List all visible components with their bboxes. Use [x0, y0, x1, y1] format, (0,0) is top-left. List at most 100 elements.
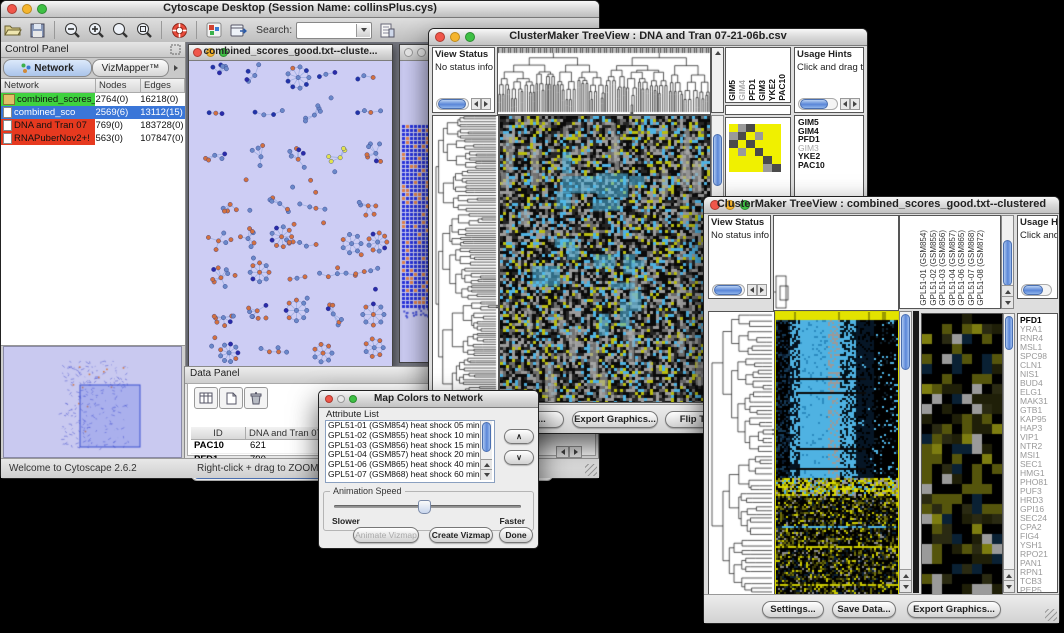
summary-cell[interactable]	[772, 164, 781, 172]
view-status-scrollbar[interactable]	[436, 98, 491, 110]
save-icon[interactable]	[26, 20, 48, 40]
graph-node[interactable]	[314, 206, 318, 210]
graph-node[interactable]	[222, 358, 226, 362]
graph-node[interactable]	[255, 309, 259, 313]
column-label[interactable]: GPL51-02 (GSM855)	[930, 230, 939, 306]
network-overview-panel[interactable]	[3, 346, 182, 458]
graph-node[interactable]	[289, 154, 293, 158]
graph-node[interactable]	[377, 142, 381, 146]
graph-node[interactable]	[327, 154, 331, 158]
summary-cell[interactable]	[772, 148, 781, 156]
summary-cell[interactable]	[763, 132, 772, 140]
graph-node[interactable]	[214, 111, 218, 115]
column-label[interactable]: PFD1	[748, 79, 757, 101]
summary-cell[interactable]	[772, 140, 781, 148]
graph-node[interactable]	[289, 235, 293, 239]
save-data-button[interactable]: Save Data...	[832, 601, 896, 618]
scroll-left-icon[interactable]	[471, 98, 481, 110]
summary-cell[interactable]	[763, 164, 772, 172]
graph-node[interactable]	[250, 148, 254, 152]
graph-node[interactable]	[366, 204, 370, 208]
graph-node[interactable]	[313, 355, 317, 359]
graph-node[interactable]	[304, 68, 308, 72]
graph-node[interactable]	[298, 65, 302, 69]
network-list-item[interactable]: DNA and Tran 07769(0)183728(0)	[1, 119, 185, 132]
scroll-down-icon[interactable]	[481, 469, 492, 480]
graph-node[interactable]	[271, 112, 275, 116]
graph-node[interactable]	[257, 261, 261, 265]
graph-node[interactable]	[367, 237, 371, 241]
graph-node[interactable]	[211, 65, 215, 69]
graph-node[interactable]	[365, 153, 369, 157]
graph-node[interactable]	[378, 159, 382, 163]
graph-node[interactable]	[364, 213, 368, 217]
tab-vizmapper[interactable]: VizMapper™	[92, 59, 169, 77]
summary-cell[interactable]	[738, 132, 747, 140]
graph-node[interactable]	[252, 241, 256, 245]
summary-cell[interactable]	[738, 164, 747, 172]
graph-node[interactable]	[222, 231, 226, 235]
summary-cell[interactable]	[729, 164, 738, 172]
graph-node[interactable]	[207, 110, 211, 114]
graph-node[interactable]	[278, 201, 282, 205]
zoom-out-icon[interactable]	[61, 20, 83, 40]
graph-node[interactable]	[244, 178, 248, 182]
graph-node[interactable]	[367, 243, 371, 247]
graph-node[interactable]	[335, 271, 339, 275]
column-label[interactable]: GPL51-07 (GSM868)	[968, 230, 977, 306]
graph-node[interactable]	[286, 79, 290, 83]
graph-node[interactable]	[302, 301, 306, 305]
graph-node[interactable]	[381, 345, 385, 349]
attribute-list-item[interactable]: GPL51-02 (GSM855) heat shock 10 min	[326, 431, 494, 441]
graph-node[interactable]	[218, 354, 222, 358]
graph-node[interactable]	[288, 277, 292, 281]
graph-node[interactable]	[294, 298, 298, 302]
graph-node[interactable]	[238, 235, 242, 239]
create-vizmap-button[interactable]: Create Vizmap	[429, 527, 493, 543]
attribute-list-item[interactable]: GPL51-01 (GSM854) heat shock 05 min	[326, 421, 494, 431]
graph-node[interactable]	[355, 249, 359, 253]
graph-node[interactable]	[274, 243, 278, 247]
network-graph-canvas[interactable]	[189, 61, 390, 366]
graph-node[interactable]	[333, 70, 337, 74]
graph-node[interactable]	[382, 246, 386, 250]
scroll-right-icon[interactable]	[850, 98, 860, 110]
treeview1-titlebar[interactable]: ClusterMaker TreeView : DNA and Tran 07-…	[429, 29, 867, 46]
attribute-list-item[interactable]: GPL51-06 (GSM865) heat shock 40 min	[326, 460, 494, 470]
graph-node[interactable]	[295, 276, 299, 280]
minimize-button[interactable]	[417, 48, 426, 57]
graph-node[interactable]	[279, 235, 283, 239]
column-label[interactable]: YKE2	[768, 79, 777, 101]
graph-node[interactable]	[287, 240, 291, 244]
graph-node[interactable]	[356, 77, 360, 81]
network-window-titlebar[interactable]: combined_scores_good.txt--cluste...	[189, 45, 392, 61]
summary-cell[interactable]	[738, 140, 747, 148]
graph-node[interactable]	[291, 66, 295, 70]
graph-node[interactable]	[294, 308, 298, 312]
treeview2-zoom-scrollbar[interactable]	[1003, 313, 1015, 593]
column-label[interactable]: GPL51-01 (GSM854)	[920, 230, 929, 306]
summary-cell[interactable]	[763, 140, 772, 148]
graph-node[interactable]	[259, 346, 263, 350]
graph-node[interactable]	[220, 64, 224, 68]
treeview2-column-labels[interactable]: GPL51-01 (GSM854)GPL51-02 (GSM855) GPL51-…	[899, 215, 1001, 309]
summary-cell[interactable]	[738, 124, 747, 132]
summary-cell[interactable]	[746, 124, 755, 132]
treeview2-heatmap[interactable]	[775, 311, 899, 595]
graph-node[interactable]	[287, 301, 291, 305]
graph-node[interactable]	[292, 222, 296, 226]
graph-node[interactable]	[274, 226, 278, 230]
graph-node[interactable]	[331, 312, 335, 316]
graph-node[interactable]	[375, 266, 379, 270]
graph-node[interactable]	[206, 158, 210, 162]
slider-thumb[interactable]	[418, 500, 431, 514]
summary-cell[interactable]	[772, 124, 781, 132]
graph-node[interactable]	[253, 110, 257, 114]
column-label[interactable]: GIM5	[728, 80, 737, 101]
summary-cell[interactable]	[746, 156, 755, 164]
graph-node[interactable]	[214, 247, 218, 251]
graph-node[interactable]	[379, 305, 383, 309]
treeview2-column-dendrogram[interactable]	[773, 215, 899, 311]
graph-node[interactable]	[256, 146, 260, 150]
gene-label[interactable]: PEP5	[1020, 586, 1055, 593]
